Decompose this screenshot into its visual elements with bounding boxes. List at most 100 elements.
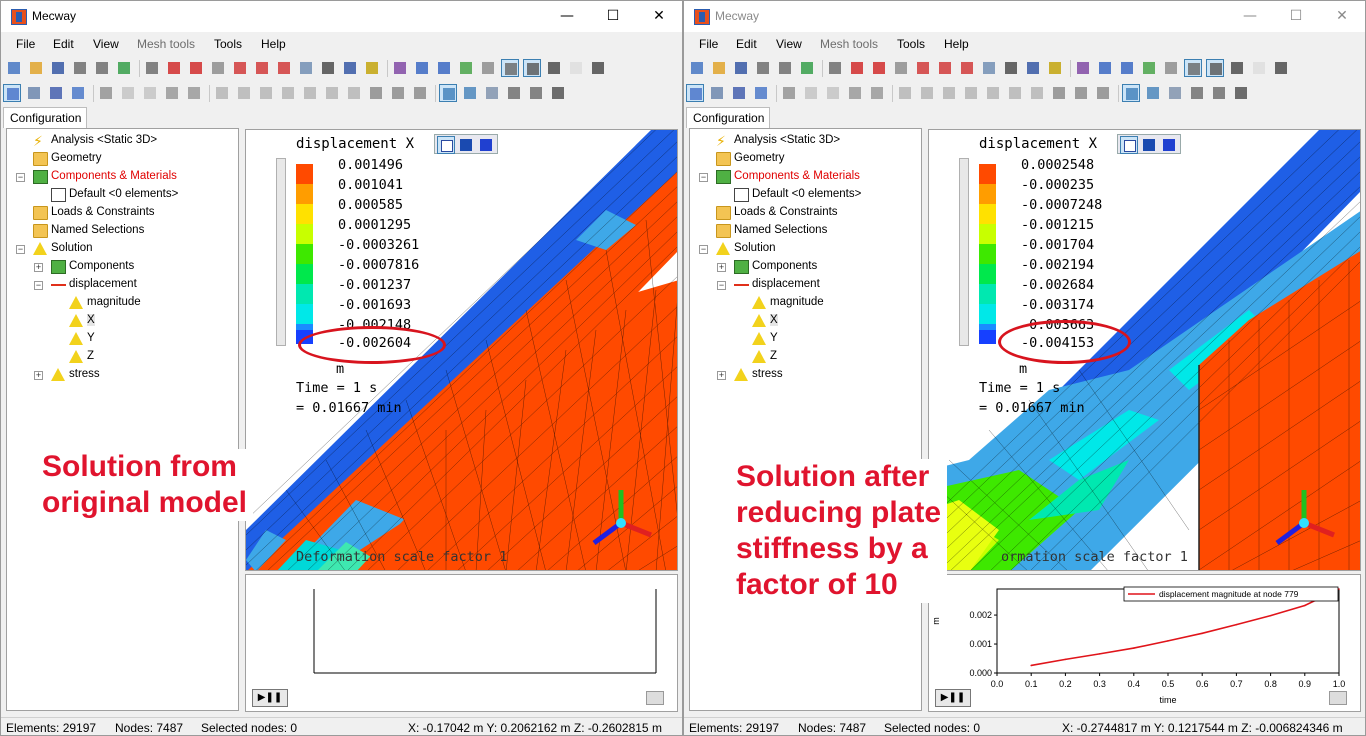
beam-icon[interactable] [483,84,501,102]
expand-icon[interactable]: + [717,263,726,272]
arc-icon[interactable] [279,84,297,102]
open-file-icon[interactable] [27,59,45,77]
square-icon[interactable] [119,84,137,102]
cube-back-icon[interactable] [958,59,976,77]
close-button[interactable]: ✕ [636,5,682,27]
undo-icon[interactable] [754,59,772,77]
rotate-icon[interactable] [1024,59,1042,77]
model-viewport[interactable]: displacement X 0.0002548 -0.000235 -0.00… [928,129,1361,571]
shell-icon[interactable] [439,84,457,102]
split-icon[interactable] [1006,84,1024,102]
group-icon[interactable] [391,59,409,77]
open-file-icon[interactable] [710,59,728,77]
expand-icon[interactable]: + [34,263,43,272]
triangle-icon[interactable] [1072,84,1090,102]
select-face-icon[interactable] [730,84,748,102]
menu-file[interactable]: File [16,37,35,51]
cube-front-icon[interactable] [914,59,932,77]
cube-outline-icon[interactable] [892,59,910,77]
triangle-icon[interactable] [389,84,407,102]
model-viewport[interactable]: displacement X 0.001496 0.001041 0.00058… [245,129,678,571]
beam-icon[interactable] [1166,84,1184,102]
warning-icon[interactable] [1094,84,1112,102]
view-front-icon[interactable] [1120,136,1138,154]
move-icon[interactable] [235,84,253,102]
legend-range-slider[interactable] [959,158,969,346]
menu-mesh-tools[interactable]: Mesh tools [137,37,195,51]
spark-icon[interactable] [780,84,798,102]
plate-icon[interactable] [1144,84,1162,102]
expand-icon[interactable]: + [34,371,43,380]
fill-icon[interactable] [1050,84,1068,102]
shell-icon[interactable] [1122,84,1140,102]
graph-options-button[interactable] [646,691,664,705]
cylinder-icon[interactable] [257,84,275,102]
extrude-icon[interactable] [1028,84,1046,102]
collapse-icon[interactable]: − [717,281,726,290]
scroll-thumb[interactable] [567,59,585,77]
solid-red-icon[interactable] [165,59,183,77]
tree-icon[interactable] [185,84,203,102]
new-file-icon[interactable] [688,59,706,77]
scroll-right-icon[interactable] [1272,59,1290,77]
grid-icon[interactable] [1206,59,1224,77]
collapse-icon[interactable]: − [34,281,43,290]
copy-icon[interactable] [213,84,231,102]
cube-back-icon[interactable] [275,59,293,77]
collapse-icon[interactable]: − [699,173,708,182]
collapse-icon[interactable]: − [699,245,708,254]
cube-side-icon[interactable] [253,59,271,77]
cylinder-icon[interactable] [940,84,958,102]
title-bar[interactable]: Mecway — ☐ ✕ [684,1,1365,32]
table-icon[interactable] [549,84,567,102]
graph-options-button[interactable] [1329,691,1347,705]
select-element-icon[interactable] [69,84,87,102]
play-pause-button[interactable]: ▶❚❚ [252,689,288,707]
collapse-icon[interactable]: − [16,245,25,254]
split-icon[interactable] [323,84,341,102]
dropdown-icon[interactable] [1210,84,1228,102]
view-iso-icon[interactable] [457,136,475,154]
cube-icon[interactable] [141,84,159,102]
select-arrow-icon[interactable] [3,84,21,102]
view-iso-icon[interactable] [1140,136,1158,154]
box-icon[interactable] [501,59,519,77]
menu-edit[interactable]: Edit [53,37,74,51]
spline-icon[interactable] [301,84,319,102]
expand-icon[interactable]: + [717,371,726,380]
group-icon[interactable] [1074,59,1092,77]
menu-file[interactable]: File [699,37,718,51]
rotate-icon[interactable] [341,59,359,77]
arc-icon[interactable] [962,84,980,102]
select-arrow-icon[interactable] [686,84,704,102]
menu-view[interactable]: View [776,37,802,51]
play-pause-button[interactable]: ▶❚❚ [935,689,971,707]
nodes-icon[interactable] [115,59,133,77]
zoom-box-icon[interactable] [980,59,998,77]
edit-icon[interactable] [1118,59,1136,77]
cube-icon[interactable] [824,84,842,102]
red-cube-icon[interactable] [870,59,888,77]
cross-icon[interactable] [163,84,181,102]
surface-icon[interactable] [1140,59,1158,77]
select-element-icon[interactable] [752,84,770,102]
square-icon[interactable] [802,84,820,102]
close-button[interactable]: ✕ [1319,5,1365,27]
title-bar[interactable]: Mecway — ☐ ✕ [1,1,682,32]
maximize-button[interactable]: ☐ [1273,5,1319,27]
cube-outline-icon[interactable] [209,59,227,77]
undo-icon[interactable] [71,59,89,77]
shade-icon[interactable] [1162,59,1180,77]
menu-help[interactable]: Help [944,37,969,51]
fill-icon[interactable] [367,84,385,102]
legend-range-slider[interactable] [276,158,286,346]
minimize-button[interactable]: — [1227,5,1273,27]
grid-icon[interactable] [523,59,541,77]
nodes-icon[interactable] [798,59,816,77]
select-node-icon[interactable] [708,84,726,102]
menu-help[interactable]: Help [261,37,286,51]
transform-icon[interactable] [1096,59,1114,77]
scroll-right-icon[interactable] [589,59,607,77]
wireframe-icon[interactable] [826,59,844,77]
cube-side-icon[interactable] [936,59,954,77]
